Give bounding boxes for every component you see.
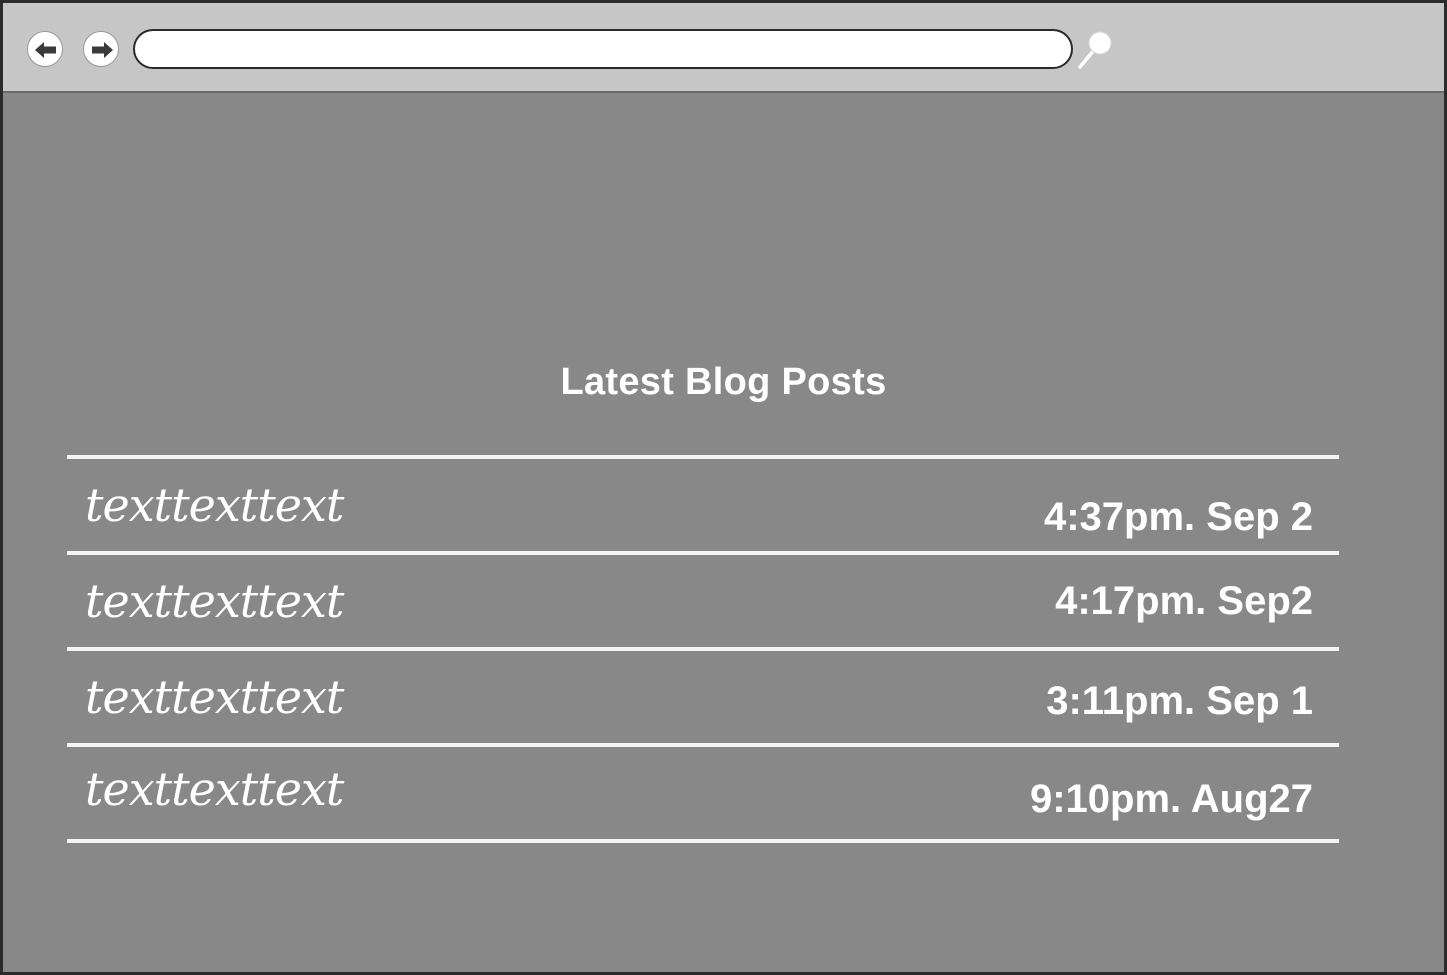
- post-date: 4:37pm. Sep 2: [1043, 495, 1313, 539]
- back-button[interactable]: [27, 31, 63, 67]
- browser-toolbar: [3, 3, 1444, 93]
- section-title: Latest Blog Posts: [560, 361, 887, 403]
- magnifier-icon: [1078, 31, 1112, 69]
- blog-post-list: texttexttext 4:37pm. Sep 2 texttexttext …: [67, 455, 1339, 843]
- post-title: texttexttext: [85, 574, 344, 628]
- arrow-left-icon: [35, 42, 56, 58]
- post-date: 9:10pm. Aug27: [1029, 777, 1313, 821]
- page-content: Latest Blog Posts texttexttext 4:37pm. S…: [3, 93, 1444, 972]
- browser-window: Latest Blog Posts texttexttext 4:37pm. S…: [0, 0, 1447, 975]
- search-button[interactable]: [1073, 27, 1117, 71]
- post-title: texttexttext: [85, 478, 344, 532]
- blog-post-row[interactable]: texttexttext 9:10pm. Aug27: [67, 747, 1339, 843]
- address-bar[interactable]: [133, 29, 1073, 69]
- blog-post-row[interactable]: texttexttext 4:37pm. Sep 2: [67, 459, 1339, 555]
- post-title: texttexttext: [85, 670, 344, 724]
- post-title: texttexttext: [85, 762, 344, 816]
- blog-post-row[interactable]: texttexttext 4:17pm. Sep2: [67, 555, 1339, 651]
- post-date: 4:17pm. Sep2: [1055, 579, 1313, 623]
- blog-post-row[interactable]: texttexttext 3:11pm. Sep 1: [67, 651, 1339, 747]
- arrow-right-icon: [92, 42, 113, 58]
- post-date: 3:11pm. Sep 1: [1046, 679, 1313, 723]
- forward-button[interactable]: [83, 31, 119, 67]
